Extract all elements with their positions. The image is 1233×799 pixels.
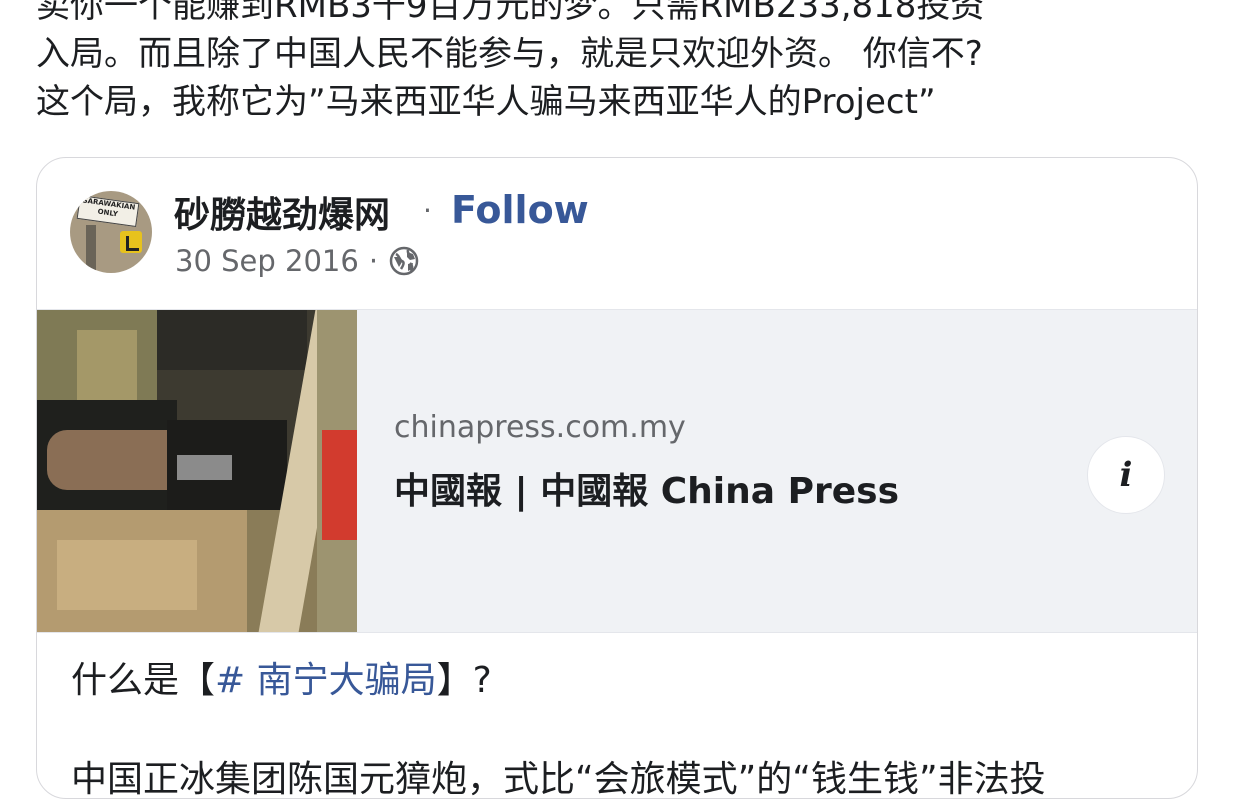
post-meta: 30 Sep 2016 · xyxy=(175,244,420,278)
page-avatar[interactable]: SARAWAKIAN ONLY xyxy=(70,191,152,273)
avatar-pole xyxy=(86,225,96,273)
shared-post-body-line-2: 中国正冰集团陈国元獐炮，式比“会旅模式”的“钱生钱”非法投 xyxy=(71,759,1046,799)
avatar-sign: SARAWAKIAN ONLY xyxy=(76,194,140,228)
post-text-line-2: 入局。而且除了中国人民不能参与，就是只欢迎外资。 你信不? xyxy=(36,34,983,74)
shared-post-body: 什么是【# 南宁大骗局】? xyxy=(71,651,492,703)
link-domain: chinapress.com.my xyxy=(394,410,686,445)
link-preview[interactable]: i chinapress.com.my 中國報 | 中國報 China Pres… xyxy=(37,309,1197,633)
link-title[interactable]: 中國報 | 中國報 China Press xyxy=(394,462,899,514)
date-separator: · xyxy=(368,244,379,278)
name-separator: · xyxy=(423,194,432,227)
shared-post-card[interactable]: SARAWAKIAN ONLY 砂朥越劲爆网 · Follow 30 Sep 2… xyxy=(36,157,1198,799)
post-text-line-1: 卖你一个能赚到RMB3千9百万元的梦。只需RMB233,818投资 xyxy=(36,0,985,26)
page-name[interactable]: 砂朥越劲爆网 xyxy=(174,186,390,238)
globe-icon xyxy=(388,245,420,277)
post-date[interactable]: 30 Sep 2016 xyxy=(175,244,359,278)
body-prefix: 什么是【 xyxy=(71,660,216,701)
body-suffix: 】? xyxy=(436,660,492,701)
post-text: 卖你一个能赚到RMB3千9百万元的梦。只需RMB233,818投资 入局。而且除… xyxy=(36,0,1216,126)
info-button[interactable]: i xyxy=(1087,436,1165,514)
hashtag-link[interactable]: # 南宁大骗局 xyxy=(215,660,437,701)
post-text-line-3: 这个局，我称它为”马来西亚华人骗马来西亚华人的Project” xyxy=(36,82,936,122)
info-icon: i xyxy=(1119,455,1133,495)
link-thumbnail[interactable] xyxy=(37,310,357,632)
follow-button[interactable]: Follow xyxy=(451,188,589,232)
avatar-yellow-sign xyxy=(120,231,142,253)
